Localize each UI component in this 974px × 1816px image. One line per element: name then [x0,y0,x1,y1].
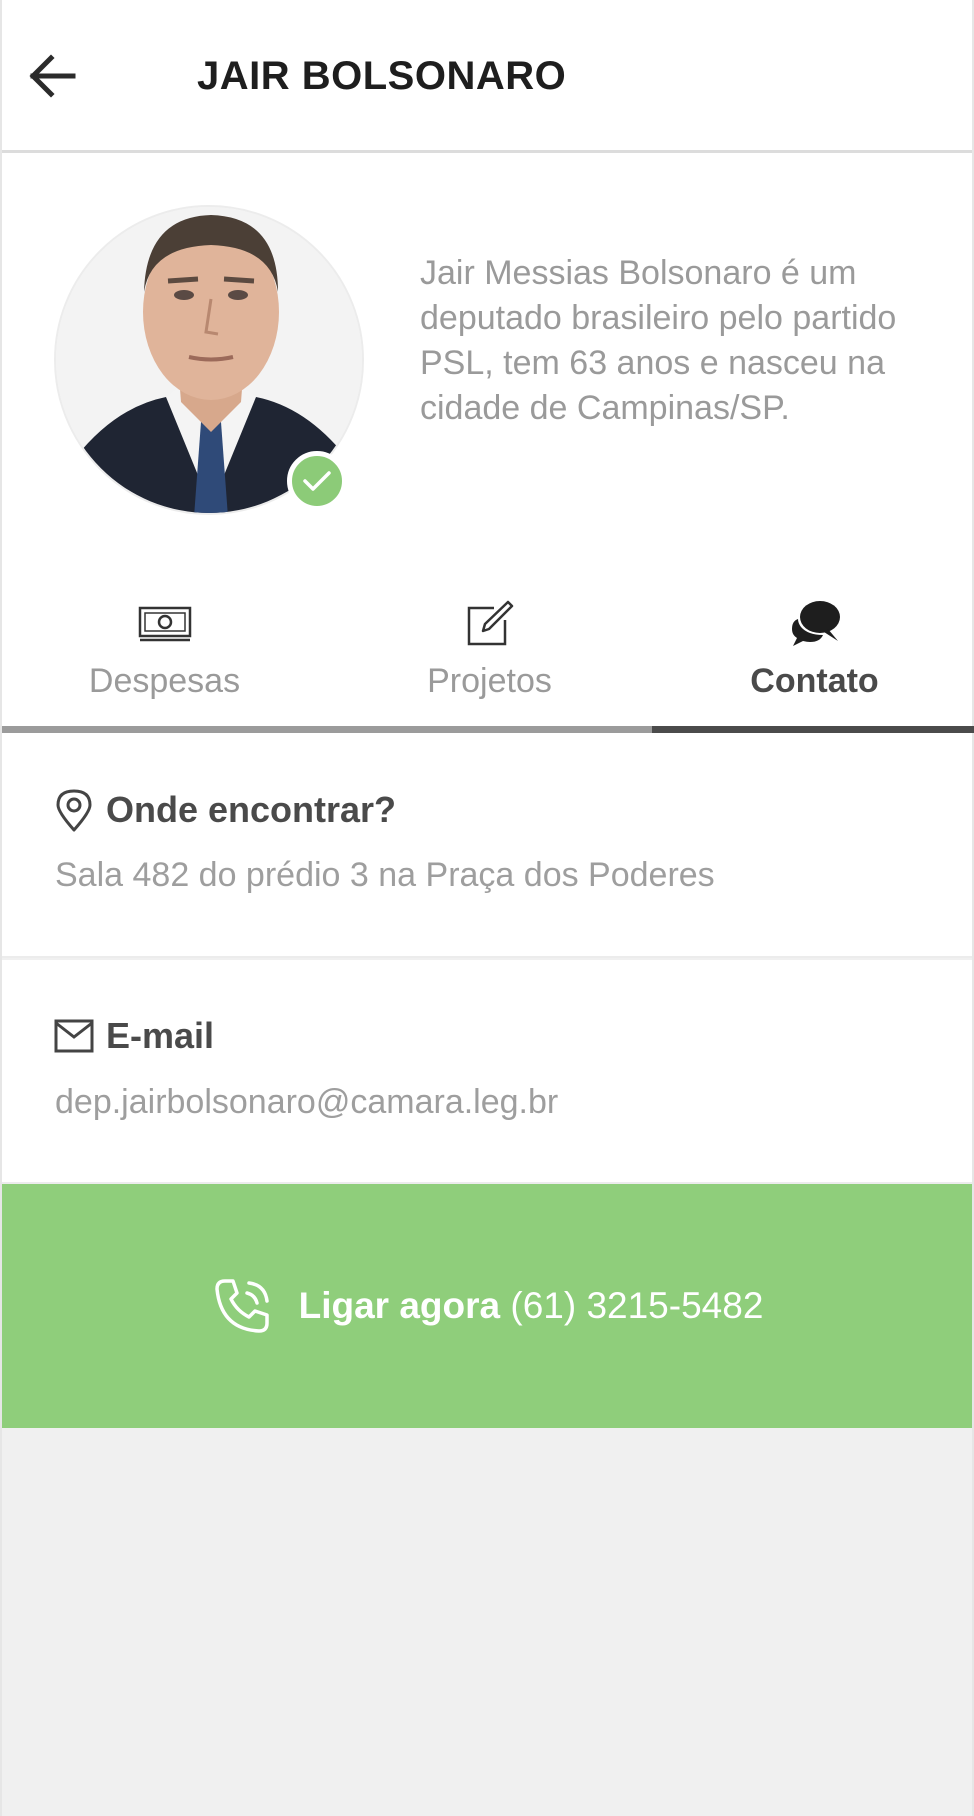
call-text: Ligar agora (61) 3215-5482 [299,1285,764,1327]
mail-icon [54,1019,94,1053]
location-title: Onde encontrar? [106,789,397,830]
profile-section: Jair Messias Bolsonaro é um deputado bra… [2,153,972,573]
tab-projetos[interactable]: Projetos [327,573,652,723]
check-icon [303,471,331,491]
location-value: Sala 482 do prédio 3 na Praça dos Podere… [55,856,715,894]
email-value[interactable]: dep.jairbolsonaro@camara.leg.br [55,1083,558,1122]
profile-bio: Jair Messias Bolsonaro é um deputado bra… [420,254,897,427]
back-button[interactable] [24,48,80,104]
tab-bar: Despesas Projetos Contato [2,573,974,733]
email-section: E-mail dep.jairbolsonaro@camara.leg.br [2,960,972,1184]
page-title: JAIR BOLSONARO [197,54,567,98]
call-now-button[interactable]: Ligar agora (61) 3215-5482 [2,1184,972,1428]
verified-badge [287,451,347,511]
edit-icon [467,600,513,646]
location-section: Onde encontrar? Sala 482 do prédio 3 na … [2,733,972,958]
tab-label: Despesas [88,662,241,700]
arrow-left-icon [29,54,76,98]
tab-despesas[interactable]: Despesas [2,573,327,723]
active-tab-indicator [652,726,974,733]
tab-label: Projetos [427,662,552,700]
call-label: Ligar agora [298,1285,501,1326]
tab-label: Contato [750,662,879,700]
location-pin-icon [56,789,92,832]
phone-number: (61) 3215-5482 [510,1285,764,1326]
tab-contato[interactable]: Contato [652,573,974,723]
email-title: E-mail [106,1015,215,1056]
phone-icon [214,1279,269,1333]
money-icon [138,606,191,642]
app-screen: JAIR BOLSONARO Jair Messias Bolsonaro é … [0,0,974,1816]
chat-bubbles-icon [791,601,840,646]
app-header: JAIR BOLSONARO [2,0,972,153]
